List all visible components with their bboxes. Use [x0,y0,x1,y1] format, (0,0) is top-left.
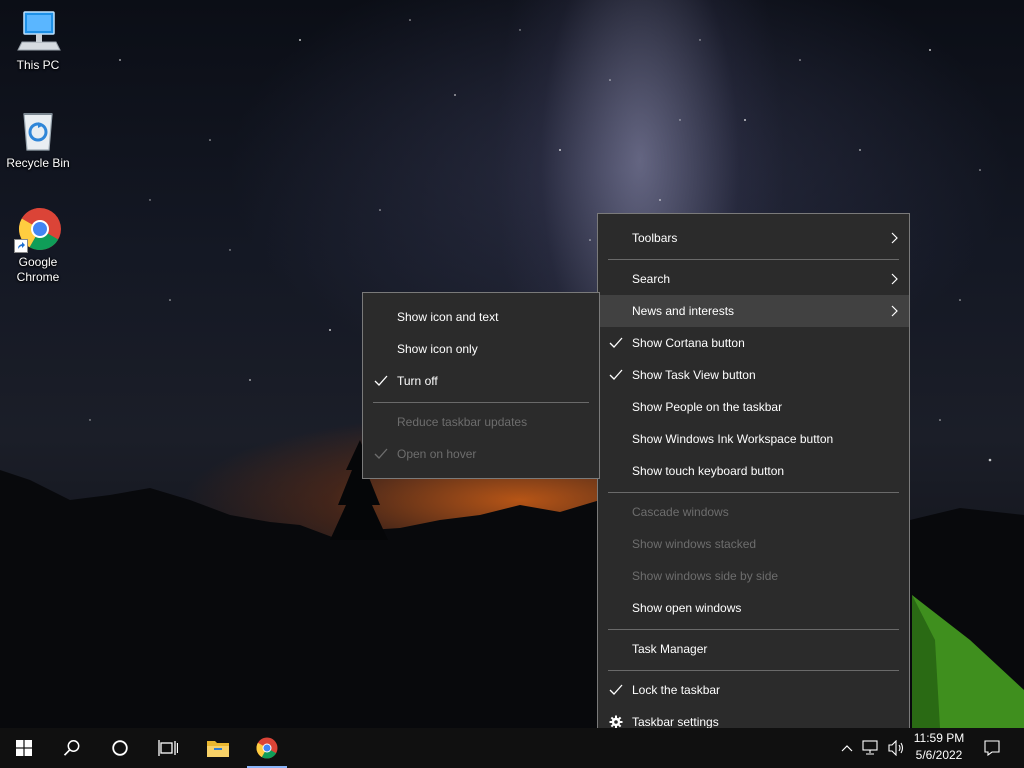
menu-item-lock-the-taskbar[interactable]: Lock the taskbar [598,674,909,706]
search-icon [63,740,80,756]
menu-separator [373,402,589,403]
shortcut-arrow-icon [14,239,28,253]
chevron-right-icon [891,273,898,285]
search-button[interactable] [48,728,96,768]
menu-item-turn-off[interactable]: Turn off [363,365,599,397]
menu-item-label: Show Task View button [632,368,756,382]
desktop-icon-label: This PC [16,58,60,72]
checkmark-icon [609,369,623,380]
notification-icon [984,740,1000,756]
file-explorer-icon [207,741,229,757]
desktop-icon-this-pc[interactable]: This PC [0,8,76,73]
menu-item-label: Show icon and text [397,310,499,324]
menu-item-toolbars[interactable]: Toolbars [598,222,909,254]
action-center-button[interactable] [974,728,1010,768]
clock[interactable]: 11:59 PM 5/6/2022 [911,730,967,766]
task-view-icon [158,740,178,756]
network-icon [862,740,878,755]
menu-separator [608,492,899,493]
menu-item-label: Open on hover [397,447,477,461]
taskbar-context-menu: Toolbars Search News and interests Show … [597,213,910,746]
label-line: Google [18,255,58,269]
menu-item-show-icon-and-text[interactable]: Show icon and text [363,301,599,333]
menu-item-label: Turn off [397,374,438,388]
menu-item-show-touch-keyboard[interactable]: Show touch keyboard button [598,455,909,487]
checkmark-icon [609,684,623,695]
menu-item-label: Search [632,272,671,286]
volume-icon [888,740,904,756]
menu-item-show-cortana-button[interactable]: Show Cortana button [598,327,909,359]
menu-item-label: News and interests [632,304,735,318]
desktop-icon-recycle-bin[interactable]: Recycle Bin [0,106,76,171]
menu-item-label: Show Windows Ink Workspace button [632,432,834,446]
menu-item-open-on-hover: Open on hover [363,438,599,470]
gear-icon [609,715,623,729]
volume-button[interactable] [884,728,908,768]
recycle-bin-icon [14,106,62,154]
checkmark-icon [609,337,623,348]
chevron-up-icon [841,745,853,752]
menu-item-show-open-windows[interactable]: Show open windows [598,592,909,624]
menu-item-label: Lock the taskbar [632,683,721,697]
checkmark-icon [374,448,388,459]
label-line: Chrome [16,270,60,284]
menu-item-news-and-interests[interactable]: News and interests [598,295,909,327]
menu-item-label: Show windows stacked [632,537,757,551]
chrome-taskbar-button[interactable] [243,728,291,768]
menu-item-label: Toolbars [632,231,678,245]
menu-item-label: Taskbar settings [632,715,719,729]
clock-time: 11:59 PM [913,731,965,745]
menu-separator [608,629,899,630]
menu-item-reduce-taskbar-updates: Reduce taskbar updates [363,406,599,438]
checkmark-icon [374,375,388,386]
desktop-icon-google-chrome[interactable]: Google Chrome [0,205,76,285]
menu-item-show-icon-only[interactable]: Show icon only [363,333,599,365]
clock-date: 5/6/2022 [915,748,963,762]
monitor-icon [14,8,62,56]
menu-item-label: Show windows side by side [632,569,779,583]
menu-item-show-task-view-button[interactable]: Show Task View button [598,359,909,391]
menu-item-search[interactable]: Search [598,263,909,295]
chevron-right-icon [891,232,898,244]
menu-item-label: Reduce taskbar updates [397,415,528,429]
chevron-right-icon [891,305,898,317]
menu-item-label: Cascade windows [632,505,729,519]
taskbar: 11:59 PM 5/6/2022 [0,728,1024,768]
menu-item-label: Show icon only [397,342,478,356]
menu-item-show-people[interactable]: Show People on the taskbar [598,391,909,423]
menu-item-label: Show touch keyboard button [632,464,785,478]
network-button[interactable] [858,728,882,768]
cortana-button[interactable] [96,728,144,768]
cortana-icon [112,740,128,756]
start-button[interactable] [0,728,48,768]
task-view-button[interactable] [144,728,192,768]
desktop-icon-label: Google Chrome [0,255,76,285]
show-hidden-icons-button[interactable] [838,728,856,768]
menu-item-show-windows-side-by-side: Show windows side by side [598,560,909,592]
file-explorer-button[interactable] [194,728,242,768]
menu-item-label: Show Cortana button [632,336,745,350]
menu-item-show-windows-ink[interactable]: Show Windows Ink Workspace button [598,423,909,455]
chrome-icon [14,205,62,253]
menu-item-cascade-windows: Cascade windows [598,496,909,528]
menu-item-show-windows-stacked: Show windows stacked [598,528,909,560]
menu-item-task-manager[interactable]: Task Manager [598,633,909,665]
desktop-icon-label: Recycle Bin [6,156,70,170]
news-and-interests-submenu: Show icon and text Show icon only Turn o… [362,292,600,479]
menu-item-label: Show People on the taskbar [632,400,783,414]
chrome-icon [256,737,278,759]
start-icon [16,740,32,756]
menu-item-label: Show open windows [632,601,742,615]
menu-separator [608,259,899,260]
menu-item-label: Task Manager [632,642,708,656]
menu-separator [608,670,899,671]
